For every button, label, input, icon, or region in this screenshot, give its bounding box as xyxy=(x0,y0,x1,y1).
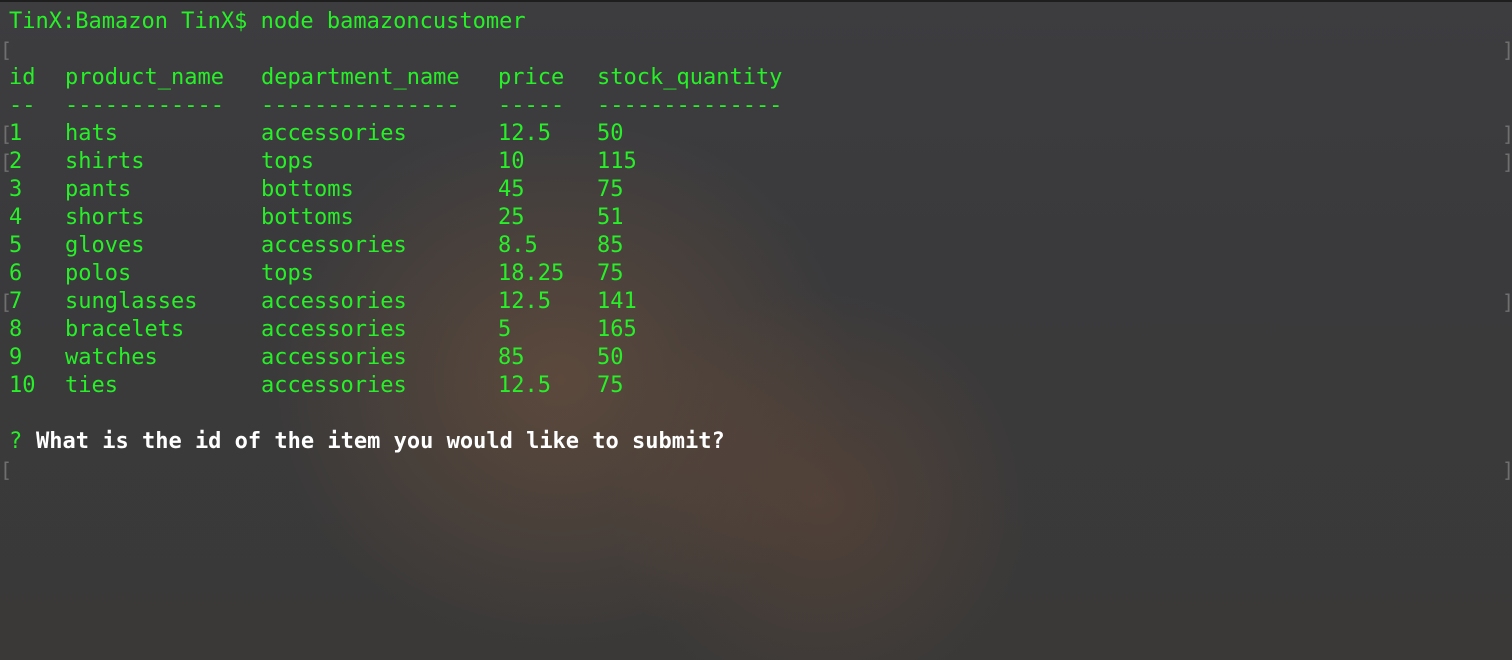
row-stock-quantity: 75 xyxy=(597,177,624,202)
terminal-window[interactable]: TinX:Bamazon TinX$ node bamazoncustomer … xyxy=(0,4,1512,660)
separator-stock-quantity: -------------- xyxy=(597,93,783,118)
row-price: 12.5 xyxy=(498,373,551,398)
row-stock-quantity: 75 xyxy=(597,373,624,398)
row-id: 8 xyxy=(9,317,23,342)
row-product-name: watches xyxy=(65,345,158,370)
row-product-name: gloves xyxy=(65,233,145,258)
row-price: 45 xyxy=(498,177,525,202)
line-bracket-right: ] xyxy=(1502,36,1512,64)
row-department-name: accessories xyxy=(261,317,407,342)
row-department-name: bottoms xyxy=(261,205,354,230)
window-top-border xyxy=(0,0,1512,2)
row-price: 5 xyxy=(498,317,512,342)
row-stock-quantity: 165 xyxy=(597,317,637,342)
row-id: 2 xyxy=(9,149,23,174)
row-product-name: shorts xyxy=(65,205,145,230)
row-id: 3 xyxy=(9,177,23,202)
row-id: 9 xyxy=(9,345,23,370)
row-price: 8.5 xyxy=(498,233,538,258)
row-product-name: ties xyxy=(65,373,118,398)
header-id: id xyxy=(9,65,36,90)
line-bracket-right: ] xyxy=(1502,288,1512,316)
table-row: 4 shorts bottoms 25 51 xyxy=(0,204,1512,232)
line-bracket-left: [ xyxy=(0,38,13,62)
line-bracket-right: ] xyxy=(1502,148,1512,176)
separator-id: -- xyxy=(9,93,36,118)
row-price: 18.25 xyxy=(498,261,565,286)
line-bracket-left: [ xyxy=(0,458,13,482)
table-row: 5 gloves accessories 8.5 85 xyxy=(0,232,1512,260)
header-product-name: product_name xyxy=(65,65,224,90)
row-stock-quantity: 50 xyxy=(597,121,624,146)
row-price: 10 xyxy=(498,149,525,174)
row-id: 5 xyxy=(9,233,23,258)
row-department-name: bottoms xyxy=(261,177,354,202)
row-id: 1 xyxy=(9,121,23,146)
row-price: 85 xyxy=(498,345,525,370)
row-department-name: accessories xyxy=(261,373,407,398)
row-price: 12.5 xyxy=(498,289,551,314)
row-product-name: sunglasses xyxy=(65,289,198,314)
row-department-name: accessories xyxy=(261,233,407,258)
header-department-name: department_name xyxy=(261,65,460,90)
bracket-line: [ ] xyxy=(0,456,1512,484)
separator-department-name: --------------- xyxy=(261,93,460,118)
bracket-line: [ ] xyxy=(0,36,1512,64)
row-department-name: tops xyxy=(261,149,314,174)
table-row: 8 bracelets accessories 5 165 xyxy=(0,316,1512,344)
row-price: 12.5 xyxy=(498,121,551,146)
row-id: 4 xyxy=(9,205,23,230)
row-product-name: polos xyxy=(65,261,132,286)
row-stock-quantity: 85 xyxy=(597,233,624,258)
row-department-name: accessories xyxy=(261,121,407,146)
table-row: 9 watches accessories 85 50 xyxy=(0,344,1512,372)
row-department-name: accessories xyxy=(261,345,407,370)
row-product-name: bracelets xyxy=(65,317,185,342)
row-stock-quantity: 51 xyxy=(597,205,624,230)
row-product-name: hats xyxy=(65,121,118,146)
table-row: [ 1 hats accessories 12.5 50 ] xyxy=(0,120,1512,148)
separator-price: ----- xyxy=(498,93,565,118)
row-stock-quantity: 115 xyxy=(597,149,637,174)
line-bracket-right: ] xyxy=(1502,120,1512,148)
row-id: 6 xyxy=(9,261,23,286)
row-product-name: pants xyxy=(65,177,132,202)
table-row: 3 pants bottoms 45 75 xyxy=(0,176,1512,204)
header-stock-quantity: stock_quantity xyxy=(597,65,783,90)
table-row: [ 2 shirts tops 10 115 ] xyxy=(0,148,1512,176)
command-text: TinX:Bamazon TinX$ node bamazoncustomer xyxy=(9,9,526,34)
row-stock-quantity: 50 xyxy=(597,345,624,370)
prompt-question-text: What is the id of the item you would lik… xyxy=(36,429,725,454)
separator-product-name: ------------ xyxy=(65,93,224,118)
inquirer-prompt-line[interactable]: ? What is the id of the item you would l… xyxy=(0,428,1512,456)
table-header-row: id product_name department_name price st… xyxy=(0,64,1512,92)
header-price: price xyxy=(498,65,565,90)
row-stock-quantity: 141 xyxy=(597,289,637,314)
table-row: 10 ties accessories 12.5 75 xyxy=(0,372,1512,400)
row-price: 25 xyxy=(498,205,525,230)
prompt-question-mark: ? xyxy=(9,429,23,454)
line-bracket-right: ] xyxy=(1502,456,1512,484)
table-separator-row: -- ------------ --------------- ----- --… xyxy=(0,92,1512,120)
row-department-name: accessories xyxy=(261,289,407,314)
row-stock-quantity: 75 xyxy=(597,261,624,286)
table-row: 6 polos tops 18.25 75 xyxy=(0,260,1512,288)
row-id: 7 xyxy=(9,289,23,314)
table-row: [ 7 sunglasses accessories 12.5 141 ] xyxy=(0,288,1512,316)
command-line: TinX:Bamazon TinX$ node bamazoncustomer xyxy=(0,8,1512,36)
row-id: 10 xyxy=(9,373,36,398)
row-product-name: shirts xyxy=(65,149,145,174)
row-department-name: tops xyxy=(261,261,314,286)
